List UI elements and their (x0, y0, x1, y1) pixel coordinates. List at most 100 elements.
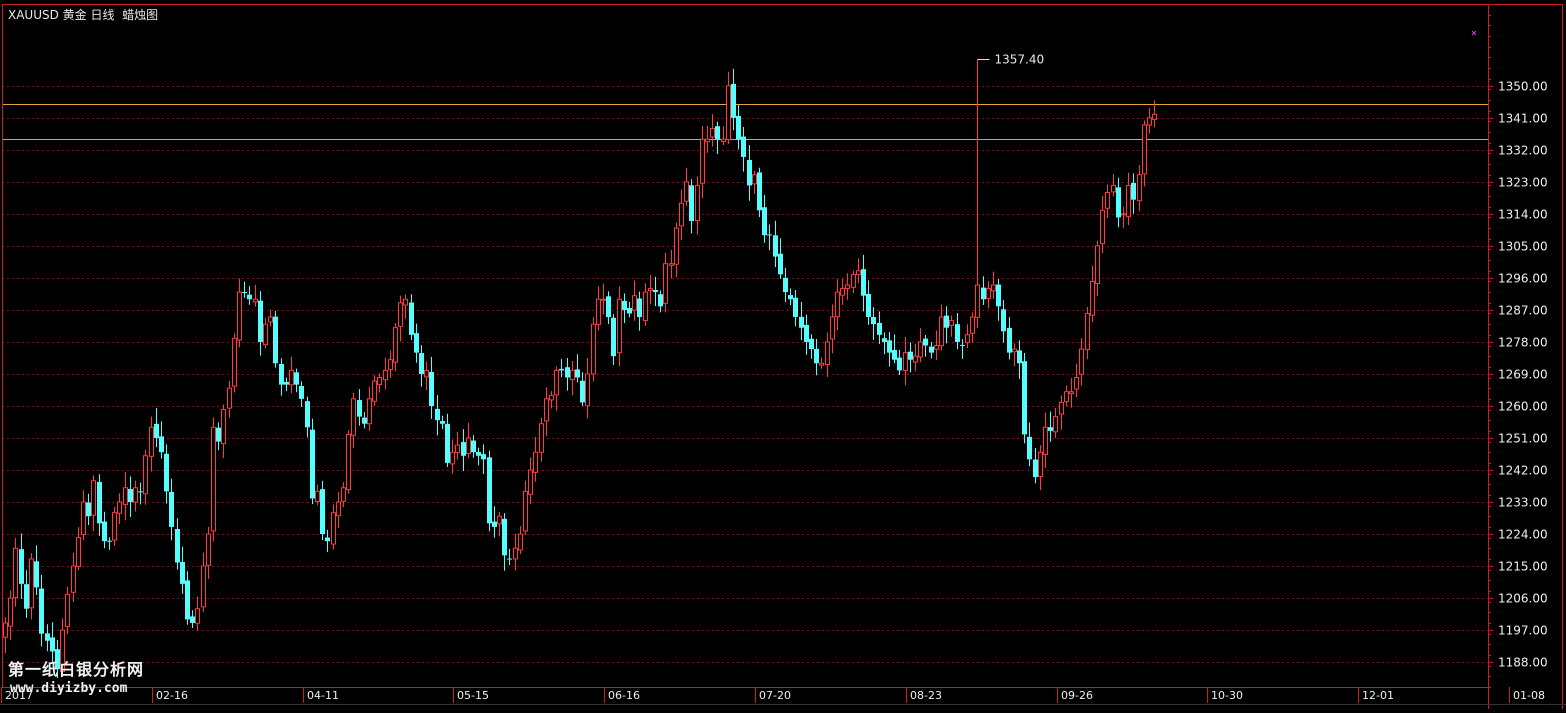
watermark-name: 第一纸白银分析网 (8, 660, 145, 679)
candle-down (279, 358, 284, 396)
x-tick-label: 09-26 (1061, 689, 1093, 702)
candle-down (362, 412, 367, 429)
candle-down (325, 529, 330, 553)
candle-up (752, 170, 757, 194)
candle-body (554, 369, 559, 396)
candle-body (923, 338, 928, 346)
candle-body (783, 277, 788, 293)
candle-down (866, 280, 871, 325)
candle-body (29, 558, 34, 609)
candle-body (726, 85, 731, 141)
candle-body (767, 234, 772, 236)
candle-body (903, 352, 908, 371)
candle-body (497, 515, 502, 525)
candle-body (949, 320, 954, 326)
candle-up (851, 270, 856, 294)
candle-body (663, 263, 668, 304)
candle-down (908, 342, 913, 373)
candle-body (123, 487, 128, 506)
y-tick-label: 1215.00 (1498, 560, 1548, 574)
candle-body (242, 292, 247, 294)
candle-up (669, 249, 674, 279)
x-tick-label: 06-16 (608, 689, 640, 702)
candle-up (1137, 165, 1142, 212)
candle-body (611, 317, 616, 357)
candle-down (611, 314, 616, 366)
candle-down (741, 127, 746, 172)
candle-body (258, 300, 263, 342)
candle-up (1105, 184, 1110, 218)
candle-body (253, 298, 258, 303)
candle-up (913, 343, 918, 372)
candle-body (637, 298, 642, 318)
candle-body (731, 83, 736, 118)
x-axis: 2017 02-16 04-11 05-15 06-16 07-20 08-23 09-26 1… (0, 687, 1566, 705)
candle-body (747, 159, 752, 186)
candle-down (877, 311, 882, 345)
candle-up (143, 449, 148, 505)
candle-up (970, 312, 975, 343)
candle-body (975, 284, 980, 318)
candle-down (242, 281, 247, 298)
candle-down (799, 302, 804, 341)
y-tick-label: 1197.00 (1498, 624, 1548, 638)
candle-down (565, 357, 570, 391)
candle-body (232, 337, 237, 387)
candle-body (331, 512, 336, 545)
candle-body (445, 423, 450, 463)
candle-body (180, 561, 185, 584)
candle-up (1111, 174, 1116, 197)
candle-up (497, 511, 502, 537)
candle-down (216, 422, 221, 451)
candle-down (507, 548, 512, 566)
chart-title: XAUUSD 黄金 日线 蜡烛图 (8, 8, 159, 22)
candle-body (71, 565, 76, 593)
candle-body (1105, 192, 1110, 209)
candle-body (91, 480, 96, 516)
candle-body (39, 588, 44, 634)
candle-down (773, 220, 778, 267)
candle-body (1147, 117, 1152, 126)
candle-body (128, 488, 133, 503)
candle-up (455, 431, 460, 460)
candle-body (851, 273, 856, 288)
plot-border (2, 4, 1489, 688)
candle-down (164, 444, 169, 504)
candle-body (601, 298, 606, 301)
candle-body (986, 288, 991, 299)
candle-up (721, 126, 726, 146)
candlestick-chart[interactable]: 1188.00 1197.00 1206.00 1215.00 1224.00 1233.… (0, 0, 1566, 709)
candle-body (882, 338, 887, 342)
candle-body (169, 491, 174, 527)
candle-up (554, 366, 559, 411)
candle-up (123, 471, 128, 521)
candle-body (981, 287, 986, 300)
candle-body (107, 540, 112, 542)
y-tick-label: 1242.00 (1498, 464, 1548, 478)
candle-body (81, 501, 86, 536)
chart-area[interactable]: 1188.00 1197.00 1206.00 1215.00 1224.00 1233.… (0, 0, 1566, 709)
candle-body (471, 440, 476, 453)
candle-body (965, 334, 970, 344)
candle-down (471, 435, 476, 458)
candle-body (372, 380, 377, 402)
candle-body (175, 529, 180, 563)
candle-down (689, 179, 694, 234)
candle-up (29, 553, 34, 620)
candle-up (585, 358, 590, 419)
candle-body (299, 385, 304, 399)
candle-body (1095, 245, 1100, 285)
candle-up (1090, 265, 1095, 323)
candle-body (741, 136, 746, 157)
candle-body (247, 294, 252, 300)
candle-down (882, 332, 887, 355)
candle-body (112, 512, 117, 541)
candle-down (944, 306, 949, 344)
candle-body (409, 302, 414, 335)
candle-body (1033, 459, 1038, 478)
candle-down (461, 429, 466, 471)
candle-up (403, 294, 408, 319)
candle-body (1059, 401, 1064, 415)
candle-down (492, 506, 497, 538)
candle-down (247, 286, 252, 305)
